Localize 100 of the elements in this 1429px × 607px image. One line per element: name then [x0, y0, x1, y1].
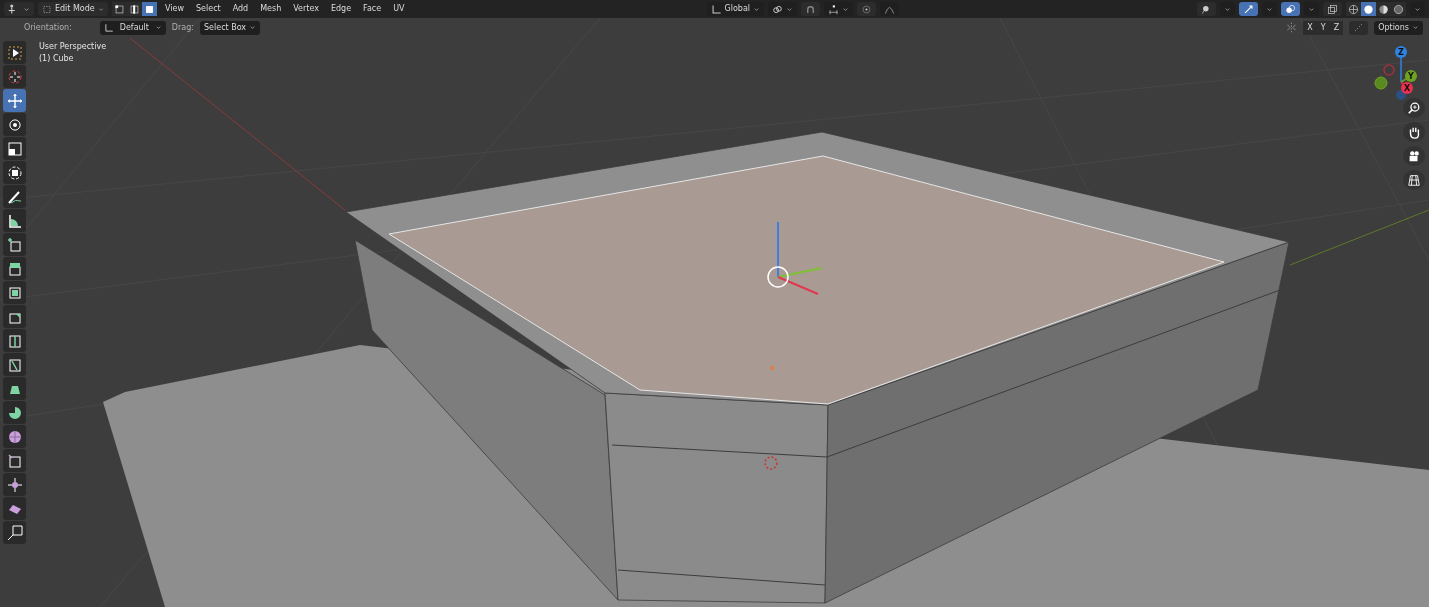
scale-tool-icon: [6, 140, 23, 157]
magnet-icon: [805, 3, 817, 15]
tool-button[interactable]: [3, 377, 26, 400]
caret-icon: [154, 24, 162, 31]
menu-item[interactable]: UV: [389, 3, 409, 15]
hand-icon: [1407, 125, 1421, 139]
orientation-dropdown[interactable]: Global: [706, 2, 765, 16]
tool-button[interactable]: [3, 41, 26, 64]
shading-mode-button[interactable]: [1346, 2, 1361, 16]
falloff-button[interactable]: [880, 2, 900, 16]
caret-icon: [1414, 5, 1421, 13]
navigation-button[interactable]: [1403, 98, 1425, 118]
tool-button[interactable]: [3, 473, 26, 496]
merge-icon: [1353, 22, 1365, 33]
menu-item[interactable]: Add: [228, 3, 253, 15]
camera-icon: [1407, 149, 1421, 163]
select-mode-button[interactable]: [127, 2, 142, 16]
vertex-select-icon: [114, 3, 125, 15]
gizmo-icon: [1243, 3, 1254, 15]
options-dropdown[interactable]: Options: [1374, 20, 1423, 35]
viewport-toggle-button[interactable]: [1281, 2, 1300, 16]
mode-dropdown[interactable]: Edit Mode: [38, 2, 108, 16]
viewport-toggle-button[interactable]: [1197, 2, 1216, 16]
shading-mode-button[interactable]: [1391, 2, 1406, 16]
move-tool-icon: [6, 92, 23, 109]
tool-button[interactable]: [3, 401, 26, 424]
axes-icon: [103, 22, 114, 33]
transform-tool-icon: [6, 164, 23, 181]
negative-axis-icon: [1374, 76, 1388, 90]
face-select-icon: [144, 3, 155, 15]
caret-icon: [1266, 5, 1273, 13]
edge-slide-tool-icon: [6, 452, 23, 469]
editor-type-button[interactable]: [4, 2, 34, 16]
navigation-button[interactable]: [1403, 122, 1425, 142]
wireframe-shading-icon: [1348, 3, 1359, 15]
smooth-tool-icon: [6, 428, 23, 445]
shrink-tool-icon: [6, 476, 23, 493]
loop-cut-tool-icon: [6, 332, 23, 349]
overlay-icon: [1285, 3, 1296, 15]
mirror-icon: [1286, 22, 1298, 33]
mirror-axis-button[interactable]: X: [1303, 20, 1317, 35]
shading-mode-button[interactable]: [1361, 2, 1376, 16]
rip-tool-icon: [6, 524, 23, 541]
menu-item[interactable]: Edge: [326, 3, 356, 15]
measure-tool-icon: [6, 212, 23, 229]
tool-button[interactable]: [3, 161, 26, 184]
drag-label: Drag:: [171, 21, 194, 34]
caret-icon: [23, 5, 30, 13]
negative-axis-icon: [1396, 90, 1406, 100]
menu-item[interactable]: Mesh: [256, 3, 286, 15]
rendered-shading-icon: [1393, 3, 1404, 15]
viewport-toggle-button[interactable]: [1323, 2, 1342, 16]
caret-icon: [1224, 5, 1231, 13]
axes-icon: [710, 3, 722, 15]
tool-button[interactable]: [3, 137, 26, 160]
view-axis-button[interactable]: Z: [1395, 46, 1407, 83]
inset-tool-icon: [6, 284, 23, 301]
grid-icon: [1407, 173, 1421, 187]
links-icon: [772, 3, 784, 15]
tool-button[interactable]: [3, 209, 26, 232]
solid-shading-icon: [1363, 3, 1374, 15]
knife-tool-icon: [6, 356, 23, 373]
view-axis-button[interactable]: X: [1400, 81, 1413, 94]
menu-item[interactable]: Vertex: [289, 3, 323, 15]
navigation-button[interactable]: [1403, 146, 1425, 166]
shading-mode-button[interactable]: [1376, 2, 1391, 16]
proportional-button[interactable]: [857, 2, 877, 16]
tool-button[interactable]: [3, 281, 26, 304]
tool-button[interactable]: [3, 113, 26, 136]
menu-item[interactable]: Face: [359, 3, 386, 15]
drag-dropdown[interactable]: Select Box: [200, 20, 261, 35]
tool-button[interactable]: [3, 185, 26, 208]
tool-button[interactable]: [3, 257, 26, 280]
tool-button[interactable]: [3, 497, 26, 520]
orientation-dropdown[interactable]: Default: [99, 20, 166, 35]
menu-item[interactable]: View: [161, 3, 188, 15]
caret-icon: [249, 24, 257, 31]
caret-icon: [1412, 24, 1419, 31]
navigation-button[interactable]: [1403, 170, 1425, 190]
viewport-toggle-button[interactable]: [1239, 2, 1258, 16]
material-shading-icon: [1378, 3, 1389, 15]
view-name: User Perspective: [39, 41, 107, 53]
zoom-icon: [1407, 101, 1421, 115]
object-name: (1) Cube: [39, 53, 74, 65]
add-cube-tool-icon: [6, 236, 23, 253]
menu-item[interactable]: Select: [192, 3, 225, 15]
target-icon: [861, 3, 873, 15]
tool-button[interactable]: [3, 425, 26, 448]
orientation-label: Orientation:: [24, 21, 72, 34]
caret-icon: [1308, 5, 1315, 13]
rotate-tool-icon: [6, 116, 23, 133]
cursor-tool-icon: [6, 68, 23, 85]
negative-axis-icon: [1383, 64, 1395, 76]
tool-button[interactable]: [3, 353, 26, 376]
snap-target-button[interactable]: [824, 2, 854, 16]
caret-icon: [842, 5, 850, 13]
pivot-button[interactable]: [768, 2, 798, 16]
select-tool-icon: [6, 44, 23, 61]
snap-button[interactable]: [801, 2, 821, 16]
select-mode-button[interactable]: [112, 2, 127, 16]
